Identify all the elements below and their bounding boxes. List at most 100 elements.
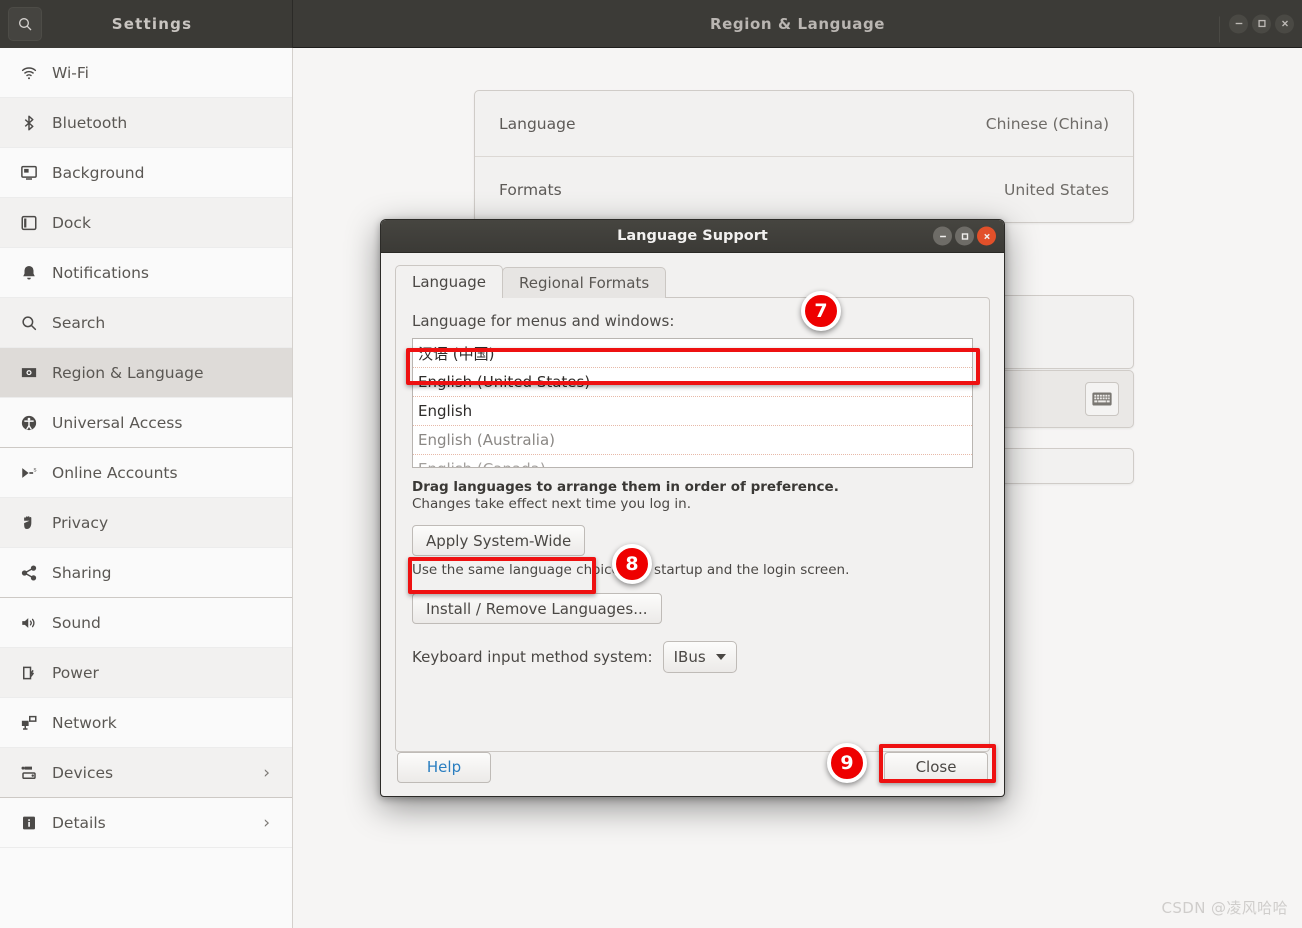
- keyboard-icon[interactable]: [1085, 382, 1119, 416]
- language-list-row[interactable]: English (Australia): [413, 426, 972, 455]
- background-icon: [14, 164, 44, 182]
- sidebar: Wi-Fi Bluetooth Background Dock Notifica…: [0, 48, 293, 928]
- close-icon[interactable]: [977, 226, 996, 246]
- sidebar-item-label: Power: [52, 663, 99, 682]
- window-titlebar: Settings Region & Language: [0, 0, 1302, 48]
- sidebar-item-region-language[interactable]: Region & Language: [0, 348, 292, 398]
- annotation-badge-7: 7: [801, 291, 841, 331]
- dialog-body: Language Regional Formats Language for m…: [381, 253, 1004, 796]
- language-list-row[interactable]: English (United States): [413, 368, 972, 397]
- sidebar-item-label: Notifications: [52, 263, 150, 282]
- apply-system-wide-note: Use the same language choices for startu…: [412, 562, 850, 578]
- sidebar-item-label: Bluetooth: [52, 113, 128, 132]
- tab-language[interactable]: Language: [395, 265, 504, 298]
- keyboard-input-method-value: IBus: [673, 648, 706, 666]
- titlebar-right-section: Region & Language: [293, 0, 1302, 47]
- window-controls: [1219, 14, 1294, 42]
- sidebar-item-dock[interactable]: Dock: [0, 198, 292, 248]
- region-language-icon: [14, 364, 44, 382]
- svg-text:s: s: [34, 467, 37, 473]
- annotation-badge-9: 9: [827, 743, 867, 783]
- sound-icon: [14, 614, 44, 632]
- titlebar-left-section: Settings: [0, 0, 293, 48]
- sidebar-item-devices[interactable]: Devices ›: [0, 748, 292, 798]
- sidebar-item-label: Devices: [52, 763, 114, 782]
- chevron-right-icon: ›: [263, 812, 270, 833]
- sidebar-item-bluetooth[interactable]: Bluetooth: [0, 98, 292, 148]
- language-support-dialog: Language Support Language Regional Forma…: [380, 219, 1005, 797]
- sidebar-item-label: Sound: [52, 613, 101, 632]
- minimize-icon[interactable]: [933, 226, 952, 246]
- search-icon[interactable]: [8, 7, 42, 41]
- details-info-icon: [14, 814, 44, 832]
- sidebar-item-label: Background: [52, 163, 145, 182]
- devices-icon: [14, 764, 44, 782]
- sidebar-item-details[interactable]: Details ›: [0, 798, 292, 848]
- sidebar-item-label: Details: [52, 813, 106, 832]
- sidebar-item-online-accounts[interactable]: s Online Accounts: [0, 448, 292, 498]
- tab-regional-formats[interactable]: Regional Formats: [502, 267, 667, 298]
- language-formats-panel: Language Chinese (China) Formats United …: [474, 90, 1134, 223]
- network-icon: [14, 714, 44, 732]
- dialog-close-button[interactable]: Close: [884, 751, 988, 783]
- dialog-titlebar: Language Support: [381, 220, 1004, 253]
- drag-hint-bold: Drag languages to arrange them in order …: [412, 479, 839, 495]
- language-list-row-selected[interactable]: 汉语 (中国): [413, 339, 972, 368]
- dialog-footer: Help Close: [381, 736, 1004, 796]
- dialog-title: Language Support: [617, 228, 768, 244]
- sidebar-item-power[interactable]: Power: [0, 648, 292, 698]
- language-list[interactable]: 汉语 (中国) English (United States) English …: [412, 338, 973, 468]
- row-language[interactable]: Language Chinese (China): [475, 91, 1133, 157]
- language-list-row[interactable]: English (Canada): [413, 455, 972, 467]
- minimize-icon[interactable]: [1229, 14, 1248, 33]
- row-value: United States: [1004, 181, 1109, 199]
- language-list-row[interactable]: English: [413, 397, 972, 426]
- drag-hint-note: Changes take effect next time you log in…: [412, 496, 691, 512]
- privacy-hand-icon: [14, 514, 44, 532]
- app-title: Settings: [111, 15, 193, 33]
- sidebar-item-label: Universal Access: [52, 413, 183, 432]
- search-icon: [14, 314, 44, 332]
- sharing-icon: [14, 564, 44, 582]
- sidebar-item-wifi[interactable]: Wi-Fi: [0, 48, 292, 98]
- dialog-tabs: Language Regional Formats: [395, 265, 990, 298]
- sidebar-item-search[interactable]: Search: [0, 298, 292, 348]
- power-battery-icon: [14, 664, 44, 682]
- sidebar-item-background[interactable]: Background: [0, 148, 292, 198]
- sidebar-item-label: Network: [52, 713, 117, 732]
- language-list-label: Language for menus and windows:: [412, 312, 675, 330]
- sidebar-item-network[interactable]: Network: [0, 698, 292, 748]
- sidebar-item-label: Privacy: [52, 513, 109, 532]
- sidebar-item-label: Search: [52, 313, 106, 332]
- install-remove-languages-button[interactable]: Install / Remove Languages...: [412, 593, 662, 624]
- row-formats[interactable]: Formats United States: [475, 157, 1133, 223]
- maximize-icon[interactable]: [1252, 14, 1271, 33]
- sidebar-item-label: Wi-Fi: [52, 63, 89, 82]
- sidebar-item-label: Dock: [52, 213, 91, 232]
- sidebar-item-notifications[interactable]: Notifications: [0, 248, 292, 298]
- page-title: Region & Language: [709, 14, 886, 33]
- keyboard-input-method-label: Keyboard input method system:: [412, 648, 653, 666]
- universal-access-icon: [14, 414, 44, 432]
- bluetooth-icon: [14, 114, 44, 132]
- titlebar-divider: [1219, 16, 1220, 42]
- sidebar-item-universal-access[interactable]: Universal Access: [0, 398, 292, 448]
- keyboard-input-method-select[interactable]: IBus: [662, 641, 737, 673]
- wifi-icon: [14, 64, 44, 82]
- sidebar-item-sharing[interactable]: Sharing: [0, 548, 292, 598]
- chevron-down-icon: [715, 654, 726, 660]
- sidebar-item-privacy[interactable]: Privacy: [0, 498, 292, 548]
- chevron-right-icon: ›: [263, 762, 270, 783]
- sidebar-item-sound[interactable]: Sound: [0, 598, 292, 648]
- bell-icon: [14, 264, 44, 282]
- apply-system-wide-button[interactable]: Apply System-Wide: [412, 525, 586, 556]
- close-icon[interactable]: [1275, 14, 1294, 33]
- online-accounts-icon: s: [14, 464, 44, 482]
- row-value: Chinese (China): [985, 114, 1109, 133]
- maximize-icon[interactable]: [955, 226, 974, 246]
- help-button[interactable]: Help: [397, 751, 491, 783]
- row-key: Language: [499, 114, 576, 133]
- dock-icon: [14, 214, 44, 232]
- row-key: Formats: [499, 181, 562, 199]
- keyboard-input-method-row: Keyboard input method system: IBus: [412, 641, 973, 673]
